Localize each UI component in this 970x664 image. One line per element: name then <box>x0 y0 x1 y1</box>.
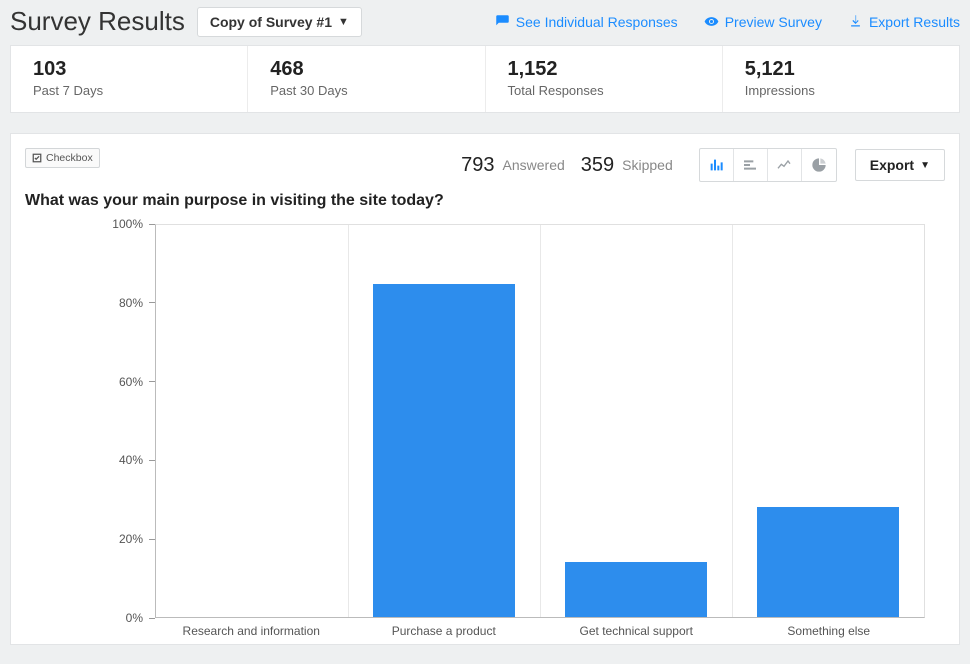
eye-icon <box>704 14 719 29</box>
stat-value: 5,121 <box>745 58 937 81</box>
x-tick-label: Purchase a product <box>348 618 541 644</box>
pie-chart-view-button[interactable] <box>802 149 836 181</box>
y-tick-label: 100% <box>33 217 143 231</box>
chart-view-toggle <box>699 148 837 182</box>
header-actions: See Individual Responses Preview Survey … <box>495 14 960 30</box>
caret-down-icon: ▼ <box>920 160 930 171</box>
skipped-count: 359 <box>581 154 614 177</box>
page-title: Survey Results <box>10 6 185 37</box>
bar-chart-icon <box>708 157 724 173</box>
checkbox-icon <box>32 153 42 163</box>
y-tick-label: 0% <box>33 611 143 625</box>
stat-label: Impressions <box>745 83 937 98</box>
x-tick-label: Something else <box>733 618 926 644</box>
stat-value: 103 <box>33 58 225 81</box>
export-question-button[interactable]: Export ▼ <box>855 149 945 181</box>
survey-selector-dropdown[interactable]: Copy of Survey #1 ▼ <box>197 7 362 37</box>
caret-down-icon: ▼ <box>338 16 349 28</box>
answered-label: Answered <box>503 157 565 173</box>
y-tick: 20% <box>33 532 155 546</box>
chart: 0%20%40%60%80%100% Research and informat… <box>31 224 925 644</box>
horizontal-bar-icon <box>742 157 758 173</box>
chat-icon <box>495 14 510 29</box>
horizontal-bar-view-button[interactable] <box>734 149 768 181</box>
bar[interactable] <box>565 562 707 617</box>
question-text: What was your main purpose in visiting t… <box>25 192 945 210</box>
y-tick-label: 20% <box>33 532 143 546</box>
line-chart-view-button[interactable] <box>768 149 802 181</box>
bar-slot <box>540 225 732 617</box>
stat-past-30-days: 468 Past 30 Days <box>248 46 485 112</box>
link-label: Export Results <box>869 14 960 30</box>
y-tick: 60% <box>33 375 155 389</box>
stat-value: 1,152 <box>508 58 700 81</box>
question-card: Checkbox 793 Answered 359 Skipped <box>10 133 960 645</box>
export-results-link[interactable]: Export Results <box>848 14 960 30</box>
gridline <box>732 225 733 617</box>
bar[interactable] <box>373 284 515 617</box>
y-tick-label: 60% <box>33 375 143 389</box>
bar-chart-view-button[interactable] <box>700 149 734 181</box>
y-tick: 0% <box>33 611 155 625</box>
bar-slot <box>156 225 348 617</box>
stat-label: Past 30 Days <box>270 83 462 98</box>
see-individual-responses-link[interactable]: See Individual Responses <box>495 14 678 30</box>
chart-area: 0%20%40%60%80%100% Research and informat… <box>25 224 945 644</box>
stats-row: 103 Past 7 Days 468 Past 30 Days 1,152 T… <box>10 45 960 113</box>
link-label: Preview Survey <box>725 14 822 30</box>
y-axis: 0%20%40%60%80%100% <box>31 224 155 618</box>
question-stats: 793 Answered 359 Skipped <box>461 148 945 182</box>
gridline <box>540 225 541 617</box>
stat-total-responses: 1,152 Total Responses <box>486 46 723 112</box>
y-tick: 100% <box>33 217 155 231</box>
skipped-label: Skipped <box>622 157 673 173</box>
stat-past-7-days: 103 Past 7 Days <box>11 46 248 112</box>
download-icon <box>848 14 863 29</box>
y-tick-label: 80% <box>33 296 143 310</box>
y-tick-label: 40% <box>33 453 143 467</box>
plot-area <box>155 224 925 618</box>
stat-value: 468 <box>270 58 462 81</box>
y-tick: 80% <box>33 296 155 310</box>
stat-label: Past 7 Days <box>33 83 225 98</box>
x-axis: Research and informationPurchase a produ… <box>155 618 925 644</box>
question-type-badge: Checkbox <box>25 148 100 168</box>
bar-slot <box>348 225 540 617</box>
x-tick-label: Research and information <box>155 618 348 644</box>
line-chart-icon <box>776 157 792 173</box>
x-tick-label: Get technical support <box>540 618 733 644</box>
answered-count: 793 <box>461 154 494 177</box>
survey-selector-label: Copy of Survey #1 <box>210 14 332 30</box>
stat-impressions: 5,121 Impressions <box>723 46 959 112</box>
bar[interactable] <box>757 507 899 617</box>
gridline <box>348 225 349 617</box>
bar-slot <box>732 225 924 617</box>
page-header: Survey Results Copy of Survey #1 ▼ See I… <box>0 0 970 45</box>
question-card-header: Checkbox 793 Answered 359 Skipped <box>25 148 945 182</box>
link-label: See Individual Responses <box>516 14 678 30</box>
y-tick: 40% <box>33 453 155 467</box>
badge-label: Checkbox <box>46 152 93 164</box>
stat-label: Total Responses <box>508 83 700 98</box>
pie-chart-icon <box>811 157 827 173</box>
preview-survey-link[interactable]: Preview Survey <box>704 14 822 30</box>
export-label: Export <box>870 157 914 173</box>
